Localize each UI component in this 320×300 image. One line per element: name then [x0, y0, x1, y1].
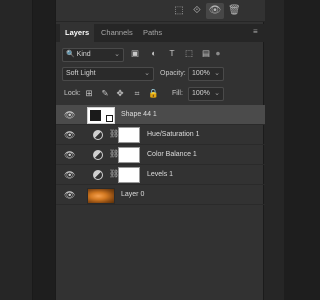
chevron-down-icon: ⌄ [214, 90, 220, 97]
tab-paths[interactable]: Paths [138, 24, 167, 42]
opacity-value: 100% [192, 70, 210, 77]
chevron-down-icon: ⌄ [144, 70, 150, 77]
layers-panel: ⬚ ⟐ 👁 🗑 Layers Channels Paths ≡ 🔍 Kind ⌄… [55, 0, 265, 300]
delete-icon[interactable]: 🗑 [228, 5, 241, 17]
adjustment-filter-icon[interactable]: ◐ [149, 48, 159, 58]
eye-icon[interactable]: 👁 [64, 170, 75, 180]
layer-row-shape[interactable]: 👁 Shape 44 1 [56, 105, 265, 125]
search-icon: 🔍 [66, 51, 75, 58]
eye-icon[interactable]: 👁 [64, 190, 75, 200]
kind-label: Kind [76, 51, 91, 58]
link-layers-icon[interactable]: ⬚ [173, 5, 185, 17]
shape-filter-icon[interactable]: ⬚ [184, 48, 194, 58]
tab-layers[interactable]: Layers [60, 24, 95, 42]
right-dock [264, 0, 284, 300]
pixel-filter-icon[interactable]: ▣ [130, 48, 140, 58]
tab-channels[interactable]: Channels [96, 24, 138, 42]
filter-row: 🔍 Kind ⌄ ▣ ◐ T ⬚ ▤ ● [56, 46, 265, 64]
chevron-down-icon: ⌄ [114, 51, 120, 58]
lock-row: Lock: ⊞ ✎ ✥ ⌗ 🔒 Fill: 100% ⌄ [56, 86, 265, 104]
lock-all-icon[interactable]: 🔒 [148, 88, 159, 98]
fill-label: Fill: [172, 90, 183, 97]
blend-mode-select[interactable]: Soft Light ⌄ [62, 67, 154, 81]
visibility-icon[interactable]: 👁 [206, 3, 224, 19]
blend-mode-value: Soft Light [66, 70, 96, 77]
layer-row-levels[interactable]: 👁 ⛓ Levels 1 [56, 165, 265, 185]
layer-mask-thumbnail [118, 167, 140, 183]
adjustment-layer-icon [93, 130, 103, 140]
layer-name: Shape 44 1 [121, 111, 157, 118]
layer-row-layer-0[interactable]: 👁 Layer 0 [56, 185, 265, 205]
fx-icon[interactable]: ⟐ [191, 5, 203, 17]
layer-name: Hue/Saturation 1 [147, 131, 200, 138]
panel-menu-icon[interactable]: ≡ [253, 28, 261, 36]
lock-artboard-icon[interactable]: ⌗ [132, 88, 142, 98]
opacity-label: Opacity: [160, 70, 186, 77]
layer-row-hue-saturation[interactable]: 👁 ⛓ Hue/Saturation 1 [56, 125, 265, 145]
eye-icon[interactable]: 👁 [64, 110, 75, 120]
layer-mask-thumbnail [118, 127, 140, 143]
lock-transparent-icon[interactable]: ⊞ [84, 88, 94, 98]
lock-label: Lock: [64, 90, 81, 97]
lock-position-icon[interactable]: ✥ [115, 88, 125, 98]
image-thumbnail [87, 188, 115, 204]
smart-object-filter-icon[interactable]: ▤ [201, 48, 211, 58]
blend-row: Soft Light ⌄ Opacity: 100% ⌄ [56, 66, 265, 84]
dock-divider [32, 0, 33, 300]
opacity-input[interactable]: 100% ⌄ [188, 67, 224, 81]
layer-name: Levels 1 [147, 171, 174, 178]
left-dock [0, 0, 33, 300]
layer-name: Color Balance 1 [147, 151, 197, 158]
layer-name: Layer 0 [121, 191, 145, 198]
panel-toolbar: ⬚ ⟐ 👁 🗑 [56, 0, 265, 22]
filter-toggle-icon[interactable]: ● [213, 48, 223, 58]
layer-mask-thumbnail [118, 147, 140, 163]
type-filter-icon[interactable]: T [167, 48, 177, 58]
shape-thumbnail [87, 107, 115, 124]
eye-icon[interactable]: 👁 [64, 150, 75, 160]
adjustment-layer-icon [93, 170, 103, 180]
layer-row-color-balance[interactable]: 👁 ⛓ Color Balance 1 [56, 145, 265, 165]
adjustment-layer-icon [93, 150, 103, 160]
lock-image-icon[interactable]: ✎ [100, 88, 110, 98]
kind-filter-select[interactable]: 🔍 Kind ⌄ [62, 48, 124, 62]
eye-icon[interactable]: 👁 [64, 130, 75, 140]
fill-input[interactable]: 100% ⌄ [188, 87, 224, 101]
panel-tabs: Layers Channels Paths ≡ [56, 24, 265, 42]
chevron-down-icon: ⌄ [214, 70, 220, 77]
fill-value: 100% [192, 90, 210, 97]
